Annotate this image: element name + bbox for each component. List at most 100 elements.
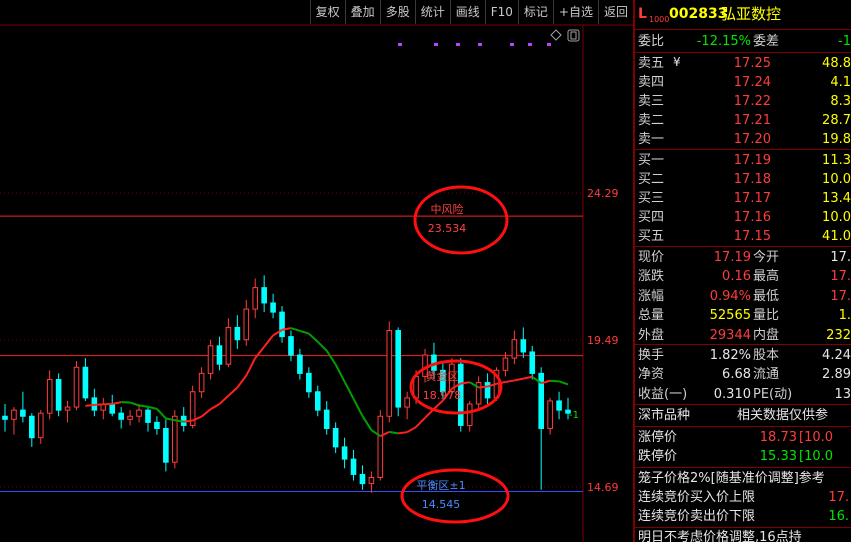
market-row[interactable]: 深市品种 相关数据仅供参: [635, 406, 851, 425]
bid-volume: 13.4: [822, 191, 851, 206]
ask-row: 卖一 17.20 19.8: [635, 130, 851, 149]
ask-row: 卖四 17.24 4.1: [635, 73, 851, 92]
ma-segment: [236, 374, 248, 389]
fund-label-2: PE(动): [753, 386, 793, 402]
candle: [37, 410, 44, 444]
quote-label-2: 量比: [753, 308, 780, 324]
candle: [288, 330, 294, 362]
candle: [529, 345, 536, 380]
ma-segment: [514, 377, 524, 382]
ask-volume: 19.8: [822, 132, 851, 147]
cage-buy-value: 17.: [828, 490, 849, 505]
candle: [225, 318, 232, 368]
candle: [46, 370, 53, 420]
bid-price: 17.17: [733, 191, 771, 206]
bid-price: 17.18: [733, 172, 771, 187]
bid-label: 买一: [638, 153, 665, 168]
bottom-note-row: 明日不考虑价格调整,16点持: [635, 528, 851, 542]
ask-label: 卖一: [638, 132, 665, 147]
ask-label: 卖五: [638, 56, 665, 71]
quote-value-2: 232: [826, 327, 851, 343]
bid-row: 买三 17.17 13.4: [635, 189, 851, 208]
ma-segment: [147, 405, 158, 410]
bid-label: 买五: [638, 229, 665, 244]
ma-segment: [138, 404, 149, 408]
ma-segment: [245, 357, 257, 376]
fund-value-2: 4.24: [822, 348, 851, 363]
quote-value: 29344: [709, 327, 751, 343]
weibi-row: 委比 -12.15% 委差 -1: [635, 32, 851, 51]
fund-value: 6.68: [722, 367, 751, 383]
limit-row: 跌停价 15.33 [10.0: [635, 447, 851, 466]
panel-divider: [633, 0, 635, 542]
limit-label: 涨停价: [638, 430, 678, 445]
weibi-value: -12.15%: [696, 34, 751, 49]
quote-label-2: 今开: [753, 250, 780, 265]
candle: [55, 373, 62, 417]
bid-volume: 11.3: [822, 153, 851, 168]
quote-value: 0.94%: [709, 288, 751, 304]
quote-value: 52565: [709, 308, 751, 324]
candle: [29, 413, 35, 447]
ask-volume: 48.8: [822, 56, 851, 71]
quote-label-2: 最低: [753, 288, 780, 304]
bid-row: 买一 17.19 11.3: [635, 151, 851, 170]
gold-zone-title: 黄金区: [426, 369, 459, 383]
candle: [279, 306, 285, 343]
bottom-note: 明日不考虑价格调整,16点持: [638, 530, 802, 542]
ask-volume: 28.7: [822, 113, 851, 128]
ma-segment: [558, 380, 569, 386]
ma-segment: [263, 334, 274, 348]
candle: [234, 315, 241, 349]
mark-button[interactable]: 标记: [517, 0, 553, 24]
draw-line-button[interactable]: 画线: [449, 0, 485, 24]
candle: [243, 299, 250, 346]
bid-label: 买二: [638, 172, 665, 187]
cage-title-row: 笼子价格2%[随基准价调整]参考: [635, 469, 851, 488]
add-favorite-button[interactable]: +自选: [552, 0, 598, 24]
fund-value: 1.82%: [709, 348, 751, 363]
limit-suffix: [10.0: [799, 449, 834, 464]
ma-segment: [227, 386, 239, 397]
restore-rights-button[interactable]: 复权: [309, 0, 345, 24]
cage-buy-label: 连续竞价买入价上限: [638, 490, 756, 505]
stock-header: L 1000 002833 弘亚数控: [635, 2, 851, 26]
quote-label: 涨跌: [638, 269, 665, 285]
back-button[interactable]: 返回: [597, 0, 633, 24]
price-axis-label: 14.69: [587, 481, 619, 494]
quote-value-2: 17.: [830, 288, 851, 304]
f10-button[interactable]: F10: [484, 0, 518, 24]
quote-label: 总量: [638, 308, 665, 324]
candle: [11, 407, 17, 435]
kline-chart[interactable]: 中风险 23.534 黄金区 18.978 平衡区±1 14.545 -1 24.29 19.…: [0, 0, 633, 542]
price-axis-label: 19.49: [587, 334, 619, 347]
candle: [359, 465, 366, 490]
candle: [82, 358, 89, 401]
quote-row: 涨跌 0.16 最高 17.: [635, 267, 851, 286]
fund-row: 换手 1.82% 股本 4.24: [635, 346, 851, 365]
fund-value-2: 13: [834, 386, 851, 402]
cage-title: 笼子价格2%[随基准价调整]参考: [638, 471, 825, 486]
bid-price: 17.19: [733, 153, 771, 168]
kline-chart-area[interactable]: 中风险 23.534 黄金区 18.978 平衡区±1 14.545 -1 24.29 19.…: [0, 0, 633, 542]
bid-row: 买二 17.18 10.0: [635, 170, 851, 189]
ask-mark: ¥: [673, 55, 681, 69]
candle: [64, 400, 71, 423]
multi-stock-button[interactable]: 多股: [379, 0, 415, 24]
fund-label: 收益(一): [638, 386, 688, 402]
ask-label: 卖三: [638, 94, 665, 109]
signal-dot: [478, 43, 482, 46]
weicha-label: 委差: [753, 34, 780, 49]
stock-name: 弘亚数控: [721, 5, 782, 23]
fund-row: 净资 6.68 流通 2.89: [635, 365, 851, 384]
quote-panel: L 1000 002833 弘亚数控 委比 -12.15% 委差 -1 卖五 17…: [635, 0, 851, 542]
limit-label: 跌停价: [638, 449, 678, 464]
candle: [386, 321, 393, 423]
ma-segment: [398, 431, 408, 435]
statistics-button[interactable]: 统计: [414, 0, 450, 24]
quote-row: 外盘 29344 内盘 232: [635, 326, 851, 345]
candle: [323, 400, 330, 435]
overlay-button[interactable]: 叠加: [344, 0, 380, 24]
ma-segment: [299, 329, 310, 335]
diamond-icon[interactable]: [550, 29, 562, 41]
